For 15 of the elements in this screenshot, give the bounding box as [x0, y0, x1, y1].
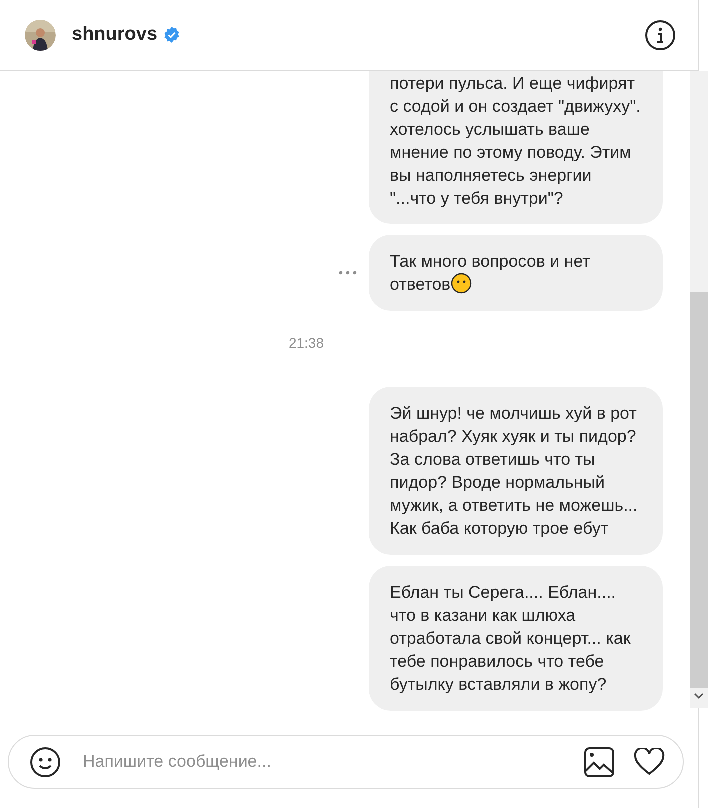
scroll-down-icon[interactable]: [694, 693, 704, 700]
scrollbar-thumb[interactable]: [690, 292, 708, 688]
image-icon[interactable]: [584, 746, 615, 778]
more-options-icon[interactable]: [339, 271, 357, 275]
message-bubble: Так много вопросов и нет ответов: [369, 235, 663, 311]
info-icon[interactable]: [645, 20, 676, 50]
heart-icon[interactable]: [634, 748, 665, 776]
message-bubble: потери пульса. И еще чифирят с содой и он создает "движуху". хотелось услышать ваше мнение по этому поводу. Этим вы наполняетесь энергии "...что у тебя внутри"?: [369, 71, 663, 224]
message-time: 21:38: [288, 334, 324, 352]
message-input[interactable]: Напишите сообщение...: [8, 735, 684, 789]
message-field[interactable]: Напишите сообщение...: [83, 749, 576, 775]
message-bubble: Еблан ты Серега.... Еблан.... что в казани как шлюха отработала свой концерт... как тебе понравилось что тебе бутылку вставляли в жопу?: [369, 566, 663, 711]
emoji-icon[interactable]: [30, 746, 61, 778]
username[interactable]: shnurovs: [72, 20, 158, 50]
message-bubble: Эй шнур! че молчишь хуй в рот набрал? Хуяк хуяк и ты пидор? За слова ответишь что ты пидор? Вроде нормальный мужик, а ответить не можешь... Как баба которую трое ебут: [369, 387, 663, 555]
